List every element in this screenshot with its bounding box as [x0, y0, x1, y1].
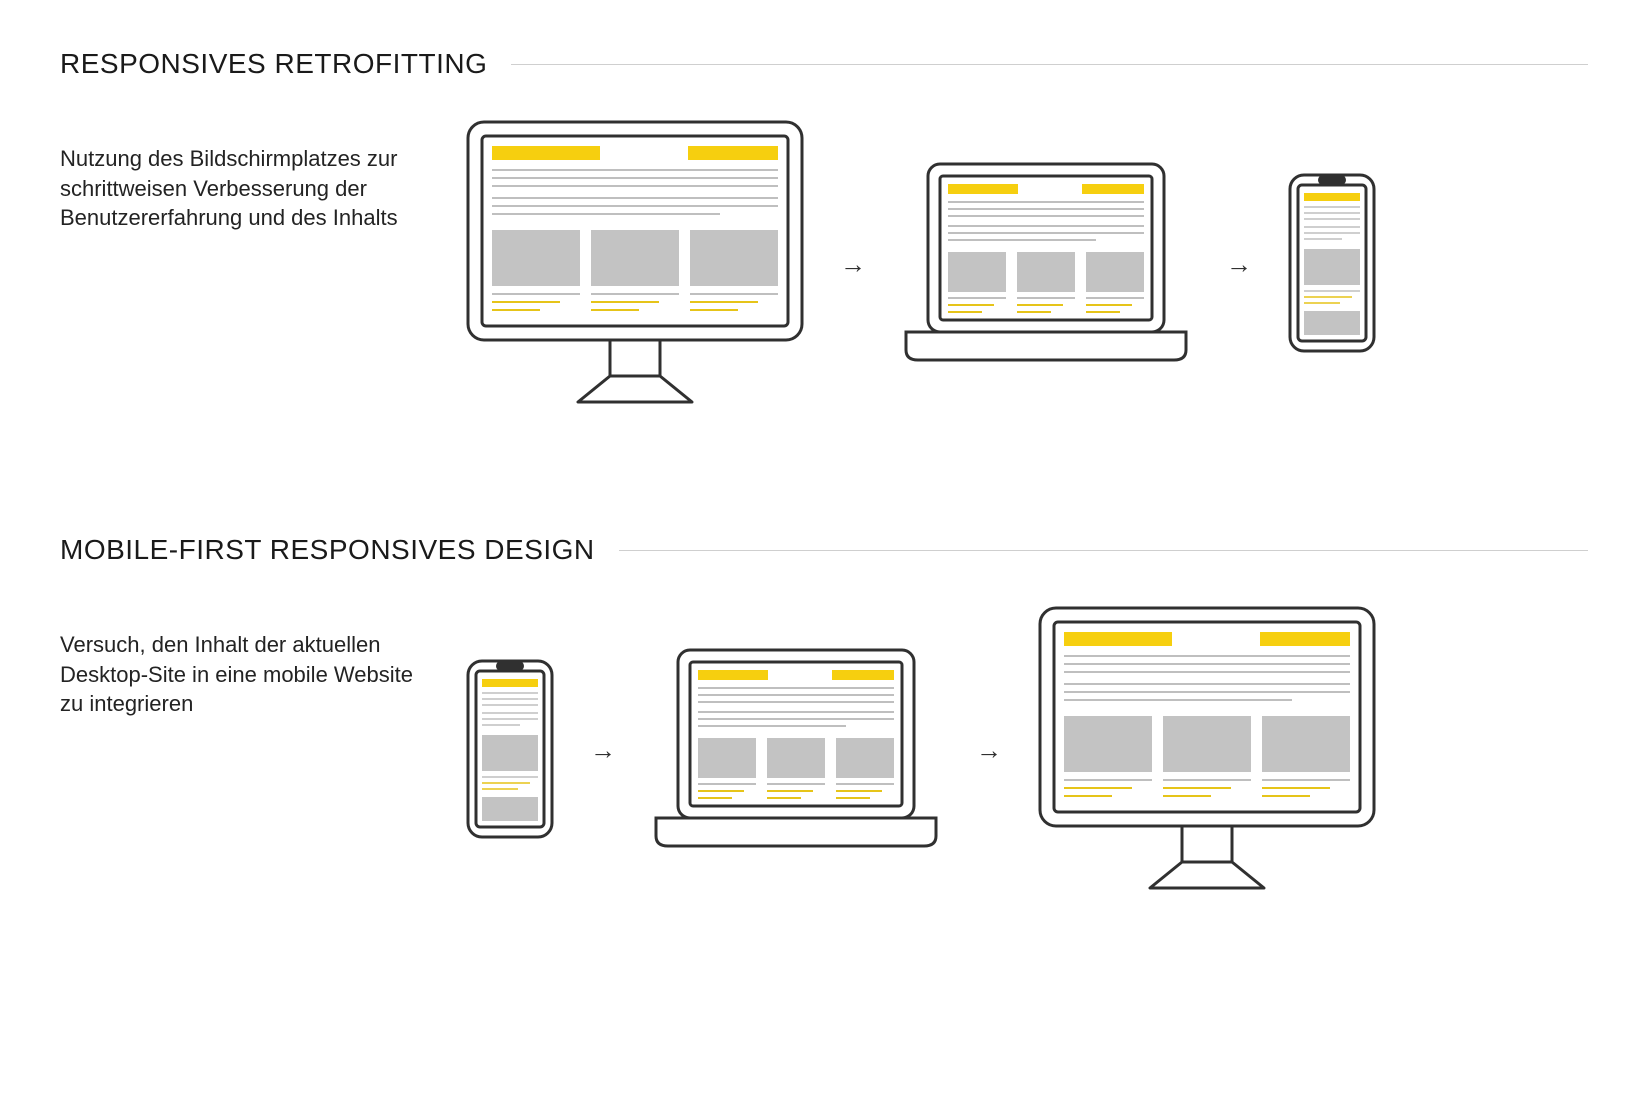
arrow-icon: → [976, 735, 1002, 766]
phone-icon [1282, 169, 1382, 359]
arrow-icon: → [840, 249, 866, 280]
diagram-retrofitting: → [460, 114, 1588, 414]
desktop-icon [460, 114, 810, 414]
section-description: Nutzung des Bildschirmplatzes zur schrit… [60, 144, 420, 233]
section-description: Versuch, den Inhalt der aktuellen Deskto… [60, 630, 420, 719]
section-body: Versuch, den Inhalt der aktuellen Deskto… [60, 630, 1588, 900]
laptop-icon [896, 154, 1196, 374]
section-title: MOBILE-FIRST RESPONSIVES DESIGN [60, 534, 595, 566]
header-rule [511, 64, 1588, 65]
arrow-icon: → [590, 735, 616, 766]
laptop-icon [646, 640, 946, 860]
section-title: RESPONSIVES RETROFITTING [60, 48, 487, 80]
header-rule [619, 550, 1588, 551]
section-retrofitting: RESPONSIVES RETROFITTING Nutzung des Bil… [60, 48, 1588, 414]
section-body: Nutzung des Bildschirmplatzes zur schrit… [60, 144, 1588, 414]
diagram-mobile-first: → [460, 600, 1588, 900]
section-mobile-first: MOBILE-FIRST RESPONSIVES DESIGN Versuch,… [60, 534, 1588, 900]
desktop-icon [1032, 600, 1382, 900]
arrow-icon: → [1226, 249, 1252, 280]
phone-icon [460, 655, 560, 845]
section-header: MOBILE-FIRST RESPONSIVES DESIGN [60, 534, 1588, 566]
section-header: RESPONSIVES RETROFITTING [60, 48, 1588, 80]
